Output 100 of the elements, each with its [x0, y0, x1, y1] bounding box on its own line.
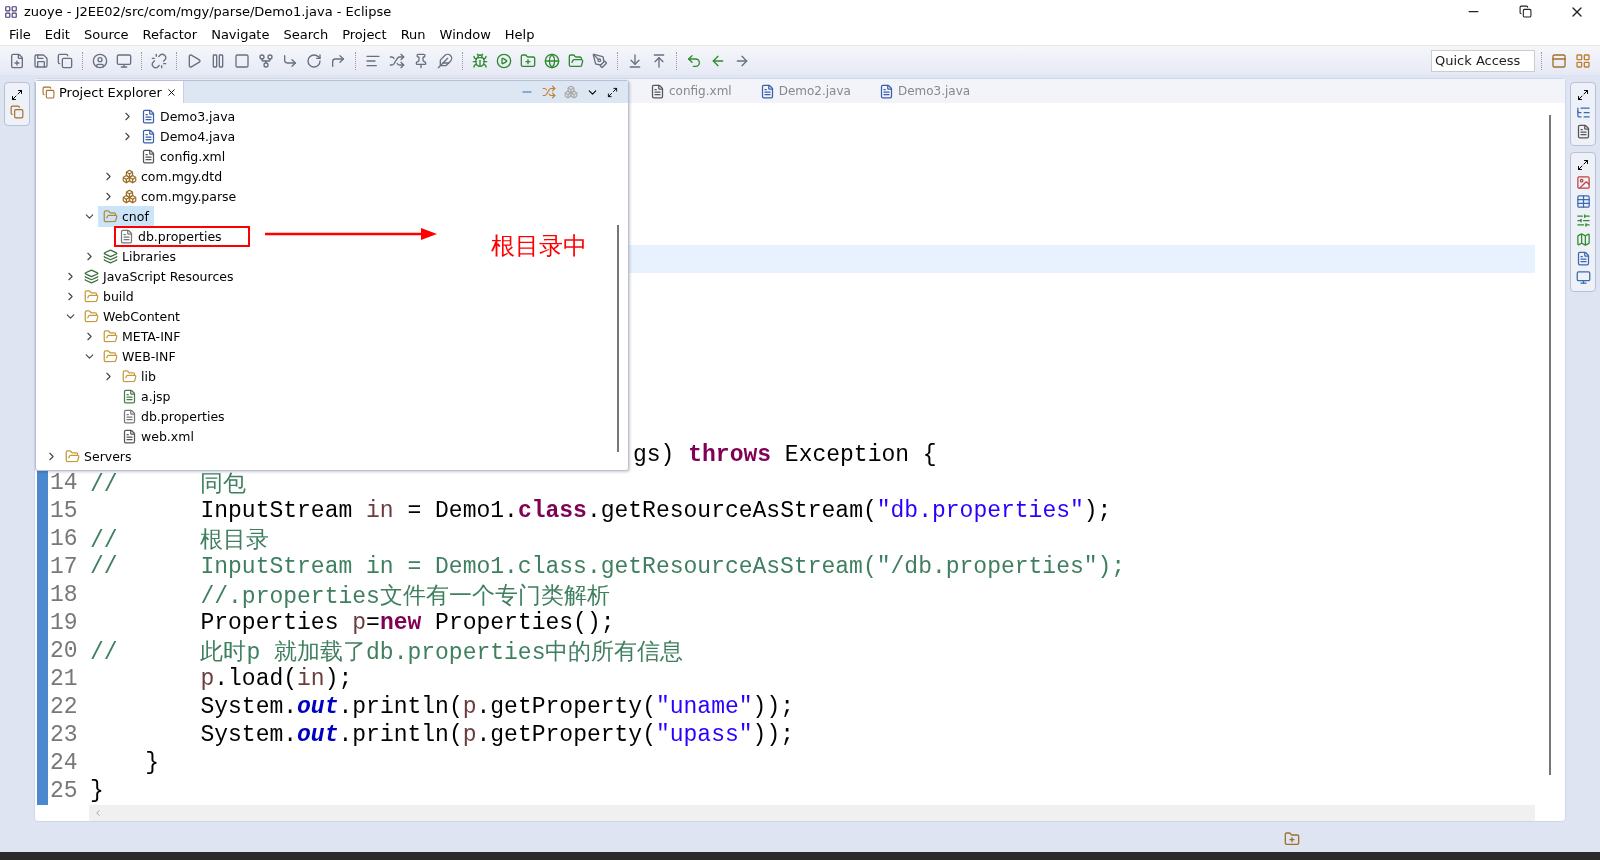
- tree-item[interactable]: db.properties: [114, 225, 250, 247]
- run-icon[interactable]: [496, 52, 512, 69]
- line-number: 19: [49, 610, 79, 636]
- tree-item[interactable]: com.mgy.dtd: [117, 165, 228, 187]
- map-icon[interactable]: [1575, 232, 1591, 247]
- xml-file-icon: [650, 83, 665, 99]
- code-line: InputStream in = Demo1.class.getResourceAsStream("db.properties");: [199, 498, 1112, 524]
- sliders-icon[interactable]: [1575, 213, 1591, 228]
- outline-icon[interactable]: [1575, 105, 1591, 120]
- menu-item[interactable]: File: [2, 26, 38, 42]
- tree-item[interactable]: Servers: [60, 445, 137, 467]
- monitor-icon[interactable]: [116, 52, 132, 69]
- feather-icon[interactable]: [437, 52, 453, 69]
- library-icon: [84, 268, 99, 284]
- menu-item[interactable]: Edit: [37, 26, 77, 42]
- code-line: // 此时p 就加载了db.properties中的所有信息: [90, 638, 684, 667]
- folder-icon: [84, 308, 99, 324]
- tree-item[interactable]: build: [79, 285, 139, 307]
- line-number: 23: [49, 722, 79, 748]
- tree-item[interactable]: config.xml: [136, 145, 231, 167]
- pause-icon[interactable]: [210, 52, 226, 69]
- tree-item[interactable]: a.jsp: [117, 385, 176, 407]
- fork-icon[interactable]: [258, 52, 274, 69]
- line-number: 25: [49, 778, 79, 804]
- tree-item[interactable]: Demo4.java: [136, 125, 241, 147]
- jsp-file-icon: [122, 388, 137, 404]
- quick-access-field[interactable]: Quick Access: [1431, 49, 1535, 72]
- menu-item[interactable]: Navigate: [204, 26, 277, 42]
- code-line: //.properties文件有一个专门类解析: [199, 582, 610, 611]
- code-line: p.load(in);: [199, 666, 353, 692]
- resume-icon[interactable]: [186, 52, 202, 69]
- new-file-icon[interactable]: [9, 52, 25, 69]
- next-annotation-icon[interactable]: [627, 52, 643, 69]
- change-ruler: [37, 777, 48, 805]
- tree-item[interactable]: com.mgy.parse: [117, 185, 242, 207]
- menu-item[interactable]: Search: [276, 26, 336, 42]
- document-icon[interactable]: [1575, 124, 1591, 139]
- user-icon[interactable]: [92, 52, 108, 69]
- tree-item[interactable]: WebContent: [79, 305, 185, 327]
- bug-icon[interactable]: [472, 52, 488, 69]
- open-perspective-icon[interactable]: [1551, 52, 1567, 69]
- link-editor-icon[interactable]: [542, 85, 556, 99]
- folder-icon: [103, 348, 118, 364]
- tree-item[interactable]: db.properties: [117, 405, 230, 427]
- line-number: 24: [49, 750, 79, 776]
- tree-item[interactable]: WEB-INF: [98, 345, 181, 367]
- globe-icon[interactable]: [544, 52, 560, 69]
- status-icon[interactable]: [1284, 831, 1300, 847]
- image-icon[interactable]: [1575, 175, 1591, 190]
- tree-item[interactable]: cnof: [98, 205, 154, 227]
- close-icon[interactable]: [165, 86, 177, 98]
- tree-item[interactable]: lib: [117, 365, 161, 387]
- restore-icon[interactable]: [607, 86, 618, 98]
- view-tab[interactable]: Project Explorer: [36, 81, 184, 103]
- tree-item[interactable]: Demo3.java: [136, 105, 241, 127]
- pen-icon[interactable]: [592, 52, 608, 69]
- code-line: // 根目录: [90, 526, 270, 555]
- tree-item[interactable]: META-INF: [98, 325, 186, 347]
- tree-item[interactable]: web.xml: [117, 425, 199, 447]
- properties-icon[interactable]: [1575, 251, 1591, 266]
- perspective-icon[interactable]: [1575, 52, 1591, 69]
- save-all-icon[interactable]: [57, 52, 73, 69]
- open-folder-icon[interactable]: [568, 52, 584, 69]
- line-number: 17: [49, 554, 79, 580]
- java-file-icon: [141, 128, 156, 144]
- menu-item[interactable]: Project: [335, 26, 394, 42]
- xml-file-icon: [141, 148, 156, 164]
- restore-icon[interactable]: [11, 89, 23, 101]
- restore-icon[interactable]: [1577, 159, 1589, 171]
- unlink-icon[interactable]: [151, 52, 167, 69]
- shuffle-icon[interactable]: [389, 52, 405, 69]
- menu-item[interactable]: Help: [497, 26, 542, 42]
- restore-icon[interactable]: [1577, 89, 1589, 101]
- last-edit-icon[interactable]: [686, 52, 702, 69]
- tree-item[interactable]: JavaScript Resources: [79, 265, 239, 287]
- scroll-thumb[interactable]: [1549, 115, 1551, 775]
- menu-item[interactable]: Window: [432, 26, 498, 42]
- step-into-icon[interactable]: [282, 52, 298, 69]
- new-folder-icon[interactable]: [520, 52, 536, 69]
- horizontal-scrollbar[interactable]: [89, 805, 1535, 821]
- scroll-thumb[interactable]: [617, 225, 619, 452]
- pin-icon[interactable]: [413, 52, 429, 69]
- restore-icon[interactable]: [1518, 5, 1532, 18]
- code-line: // 同包: [90, 470, 247, 499]
- console-icon[interactable]: [1575, 270, 1591, 285]
- file-icon: [119, 228, 134, 244]
- menu-item[interactable]: Run: [393, 26, 433, 42]
- package-icon: [122, 168, 137, 184]
- step-over-icon[interactable]: [306, 52, 322, 69]
- folder-icon: [103, 328, 118, 344]
- table-icon[interactable]: [1575, 194, 1591, 209]
- explorer-view-icon[interactable]: [10, 105, 24, 119]
- save-icon[interactable]: [33, 52, 49, 69]
- library-icon: [103, 248, 118, 264]
- menu-item[interactable]: Source: [76, 26, 136, 42]
- step-return-icon[interactable]: [330, 52, 346, 69]
- stop-icon[interactable]: [234, 52, 250, 69]
- menu-item[interactable]: Refactor: [135, 26, 205, 42]
- tree-item[interactable]: Libraries: [98, 245, 181, 267]
- previous-annotation-icon[interactable]: [651, 52, 667, 69]
